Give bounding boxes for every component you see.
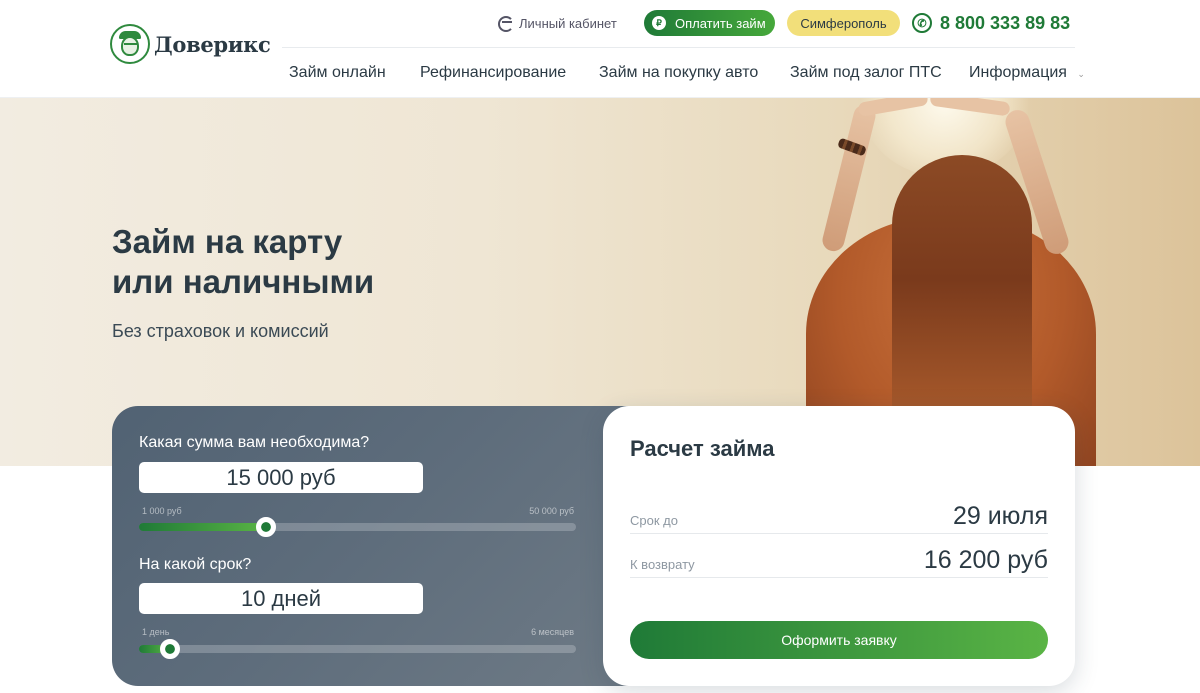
hero-subtitle: Без страховок и комиссий (112, 321, 329, 341)
nav-item-label: Займ онлайн (289, 64, 386, 81)
site-header: Доверикс Личный кабинет ₽ Оплатить займ … (0, 0, 1200, 97)
pay-loan-button[interactable]: ₽ Оплатить займ (644, 10, 775, 36)
amount-question: Какая сумма вам необходима? (139, 434, 370, 451)
loan-result-card: Расчет займа Срок до 29 июля К возврату … (603, 406, 1075, 686)
nav-item-pts-loan[interactable]: Займ под залог ПТС (790, 64, 942, 82)
chevron-down-icon: ⌄ (1077, 69, 1085, 79)
term-input[interactable]: 10 дней (139, 583, 423, 614)
pay-loan-label: Оплатить займ (675, 15, 766, 31)
term-slider[interactable] (139, 639, 576, 659)
logo-text: Доверикс (154, 31, 271, 57)
amount-min-label: 1 000 руб (142, 506, 182, 516)
term-max-label: 6 месяцев (531, 627, 574, 637)
nav-item-car-loan[interactable]: Займ на покупку авто (599, 64, 758, 82)
header-divider (282, 47, 1075, 48)
result-term-label: Срок до (630, 513, 678, 528)
login-icon (497, 15, 514, 32)
hero-title: Займ на карту или наличными (112, 222, 374, 302)
term-min-label: 1 день (142, 627, 170, 637)
phone-icon: ✆ (912, 13, 932, 33)
hero-title-line-1: Займ на карту (112, 223, 343, 260)
hero-title-line-2: или наличными (112, 263, 375, 300)
term-slider-handle[interactable] (160, 639, 180, 659)
nav-item-label: Рефинансирование (420, 64, 567, 81)
nav-item-label: Займ на покупку авто (599, 64, 759, 81)
phone-link[interactable]: ✆ 8 800 333 89 83 (912, 10, 1070, 36)
nav-item-refinancing[interactable]: Рефинансирование (420, 64, 566, 82)
cabinet-link[interactable]: Личный кабинет (497, 15, 617, 32)
cabinet-label: Личный кабинет (519, 15, 617, 31)
nav-item-information[interactable]: Информация ⌄ (969, 64, 1085, 82)
phone-number: 8 800 333 89 83 (940, 12, 1071, 33)
ruble-icon: ₽ (652, 16, 666, 30)
result-return-row: К возврату 16 200 руб (630, 542, 1048, 578)
logo[interactable]: Доверикс (110, 24, 271, 64)
nav-item-online-loan[interactable]: Займ онлайн (289, 64, 386, 82)
result-term-value: 29 июля (952, 502, 1048, 530)
city-selector-button[interactable]: Симферополь (787, 10, 900, 36)
logo-icon (110, 24, 150, 64)
result-term-row: Срок до 29 июля (630, 498, 1048, 534)
amount-slider[interactable] (139, 517, 576, 537)
apply-button[interactable]: Оформить заявку (630, 621, 1048, 659)
term-question: На какой срок? (139, 556, 252, 573)
result-return-label: К возврату (630, 557, 695, 572)
header-top-row: Личный кабинет ₽ Оплатить займ Симферопо… (497, 10, 1070, 36)
result-title: Расчет займа (630, 436, 775, 461)
nav-item-label: Информация (969, 64, 1067, 81)
amount-slider-fill (139, 523, 266, 531)
result-return-value: 16 200 руб (923, 546, 1048, 574)
nav-item-label: Займ под залог ПТС (790, 64, 942, 81)
loan-calculator: Какая сумма вам необходима? 15 000 руб 1… (112, 406, 652, 686)
amount-input[interactable]: 15 000 руб (139, 462, 423, 493)
amount-max-label: 50 000 руб (529, 506, 574, 516)
amount-slider-handle[interactable] (256, 517, 276, 537)
